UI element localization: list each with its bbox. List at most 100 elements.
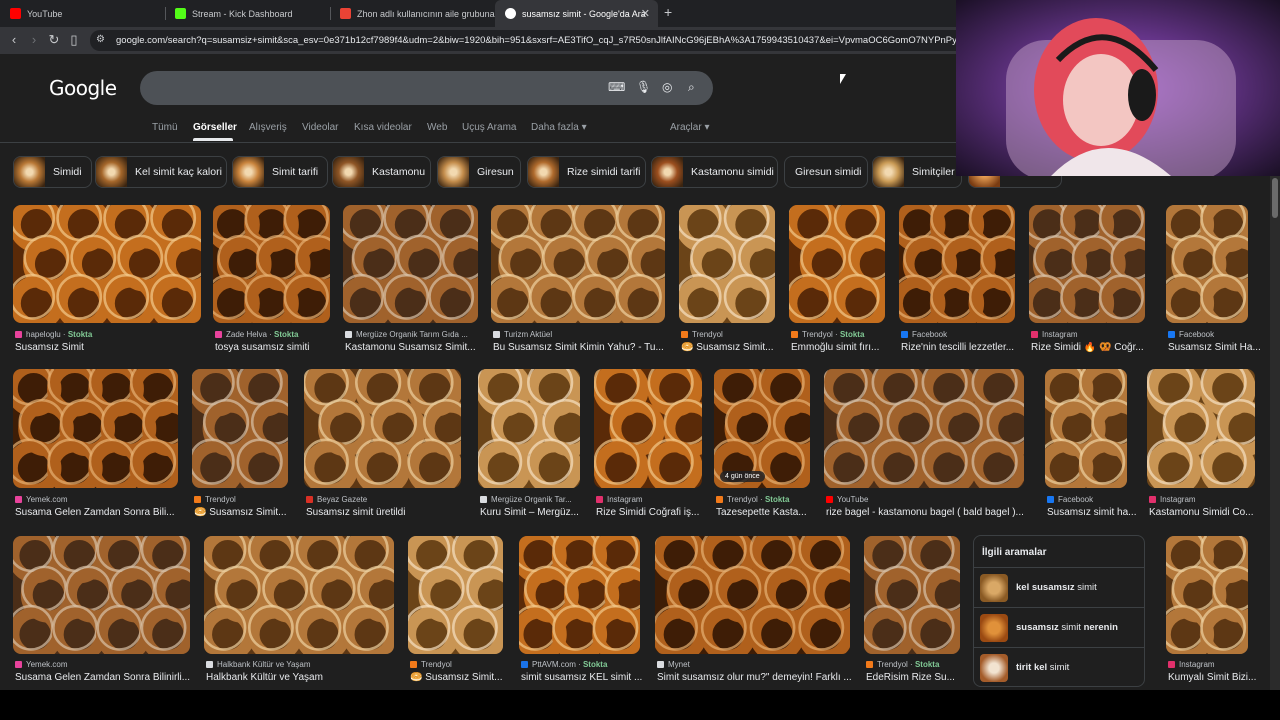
result-title[interactable]: Emmoğlu simit fırı... [791,342,897,353]
result-thumbnail[interactable] [13,369,178,488]
filter-videos[interactable]: Videolar [302,122,339,133]
result-source[interactable]: Mergüze Organik Tarım Gıda ... [345,330,480,339]
result-thumbnail[interactable] [1166,536,1248,654]
result-title[interactable]: Halkbank Kültür ve Yaşam [206,672,406,683]
result-title[interactable]: Kastamonu Simidi Co... [1149,507,1267,518]
result-source[interactable]: Facebook [901,330,1017,339]
result-source[interactable]: hapeloglu · Stokta [15,330,203,339]
result-thumbnail[interactable] [13,536,190,654]
result-thumbnail[interactable] [213,205,330,323]
result-title[interactable]: EdeRisim Rize Su... [866,672,972,683]
result-thumbnail[interactable] [304,369,461,488]
result-title[interactable]: simit susamsız KEL simit ... [521,672,652,683]
chip-2[interactable]: Simit tarifi [232,156,328,188]
result-thumbnail[interactable] [204,536,394,654]
result-title[interactable]: 🥯 Susamsız Simit... [681,342,787,353]
result-title[interactable]: Tazesepette Kasta... [716,507,822,518]
result-title[interactable]: Kuru Simit – Mergüz... [480,507,592,518]
result-thumbnail[interactable] [343,205,478,323]
bookmark-icon[interactable]: ▯ [66,32,82,48]
result-title[interactable]: Rize Simidi Coğrafi iş... [596,507,714,518]
result-thumbnail[interactable] [1166,205,1248,323]
back-icon[interactable]: ‹ [6,32,22,47]
keyboard-icon[interactable]: ⌨ [608,80,625,94]
result-source[interactable]: Facebook [1047,495,1129,504]
close-tab-icon[interactable]: ✕ [641,7,650,20]
chip-6[interactable]: Kastamonu simidi [651,156,778,188]
result-title[interactable]: Kastamonu Susamsız Simit... [345,342,490,353]
result-source[interactable]: Yemek.com [15,660,192,669]
result-thumbnail[interactable] [789,205,885,323]
result-thumbnail[interactable] [1147,369,1255,488]
result-thumbnail[interactable] [1029,205,1145,323]
filter-images[interactable]: Görseller [193,122,237,133]
result-source[interactable]: YouTube [826,495,1026,504]
result-title[interactable]: Rize Simidi 🔥 🥨 Coğr... [1031,342,1157,353]
result-source[interactable]: Mynet [657,660,852,669]
forward-icon[interactable]: › [26,32,42,47]
result-source[interactable]: Trendyol · Stokta [716,495,812,504]
chip-3[interactable]: Kastamonu [332,156,431,188]
result-thumbnail[interactable] [594,369,702,488]
result-thumbnail[interactable] [408,536,503,654]
filter-flights[interactable]: Uçuş Arama [462,122,516,133]
result-thumbnail[interactable] [899,205,1015,323]
result-title[interactable]: Susamsız simit ha... [1047,507,1139,518]
page-scrollbar[interactable] [1270,176,1280,690]
result-thumbnail[interactable] [13,205,201,323]
filter-shopping[interactable]: Alışveriş [249,122,287,133]
address-bar[interactable]: google.com/search?q=susamsiz+simit&sca_e… [90,30,970,51]
result-thumbnail[interactable] [478,369,580,488]
result-thumbnail[interactable]: 4 gün önce [714,369,810,488]
new-tab-icon[interactable]: + [664,4,672,20]
result-thumbnail[interactable] [824,369,1024,488]
filter-short-videos[interactable]: Kısa videolar [354,122,412,133]
result-source[interactable]: Instagram [596,495,704,504]
scrollbar-thumb[interactable] [1272,178,1278,218]
result-title[interactable]: Rize'nin tescilli lezzetler... [901,342,1027,353]
result-title[interactable]: Susamsız simit üretildi [306,507,473,518]
related-item[interactable]: tirit kel simit [974,647,1144,687]
result-source[interactable]: Trendyol · Stokta [866,660,962,669]
result-title[interactable]: Susama Gelen Zamdan Sonra Bili... [15,507,190,518]
filter-web[interactable]: Web [427,122,447,133]
result-thumbnail[interactable] [864,536,960,654]
result-thumbnail[interactable] [655,536,850,654]
result-source[interactable]: Beyaz Gazete [306,495,463,504]
reload-icon[interactable]: ↻ [46,32,62,48]
result-source[interactable]: Trendyol · Stokta [791,330,887,339]
chip-0[interactable]: Simidi [13,156,92,188]
result-title[interactable]: tosya susamsız simiti [215,342,342,353]
chip-8[interactable]: Simitçiler [872,156,962,188]
filter-more[interactable]: Daha fazla ▾ [531,122,587,133]
related-item[interactable]: susamsız simit nerenin [974,607,1144,647]
result-source[interactable]: Trendyol [410,660,505,669]
result-title[interactable]: 🥯 Susamsız Simit... [410,672,515,683]
result-source[interactable]: Instagram [1031,330,1147,339]
result-thumbnail[interactable] [192,369,288,488]
result-title[interactable]: Susamsız Simit Ha... [1168,342,1260,353]
tab-kick[interactable]: Stream - Kick Dashboard [165,0,330,27]
result-source[interactable]: Zade Helva · Stokta [215,330,332,339]
result-source[interactable]: Facebook [1168,330,1250,339]
chip-4[interactable]: Giresun [437,156,521,188]
google-logo[interactable]: Google [49,76,117,100]
result-thumbnail[interactable] [491,205,665,323]
lens-icon[interactable]: ◎ [662,80,672,94]
result-source[interactable]: PttAVM.com · Stokta [521,660,642,669]
result-thumbnail[interactable] [679,205,775,323]
tools-button[interactable]: Araçlar ▾ [670,122,710,133]
result-title[interactable]: Kumyalı Simit Bizi... [1168,672,1260,683]
tab-google-search[interactable]: susamsız simit - Google'da Ara ✕ [495,0,658,27]
result-source[interactable]: Halkbank Kültür ve Yaşam [206,660,396,669]
result-title[interactable]: Simit susamsız olur mu?" demeyin! Farklı… [657,672,862,683]
tab-youtube[interactable]: YouTube [0,0,165,27]
microphone-icon[interactable]: 🎙 [636,80,651,94]
result-source[interactable]: Yemek.com [15,495,180,504]
tab-gmail[interactable]: Zhon adlı kullanıcının aile grubuna ka [330,0,495,27]
result-title[interactable]: Susama Gelen Zamdan Sonra Bilinirli... [15,672,202,683]
result-title[interactable]: rize bagel - kastamonu bagel ( bald bage… [826,507,1036,518]
result-thumbnail[interactable] [519,536,640,654]
result-source[interactable]: Mergüze Organik Tar... [480,495,582,504]
site-info-icon[interactable]: ⚙ [96,34,105,45]
